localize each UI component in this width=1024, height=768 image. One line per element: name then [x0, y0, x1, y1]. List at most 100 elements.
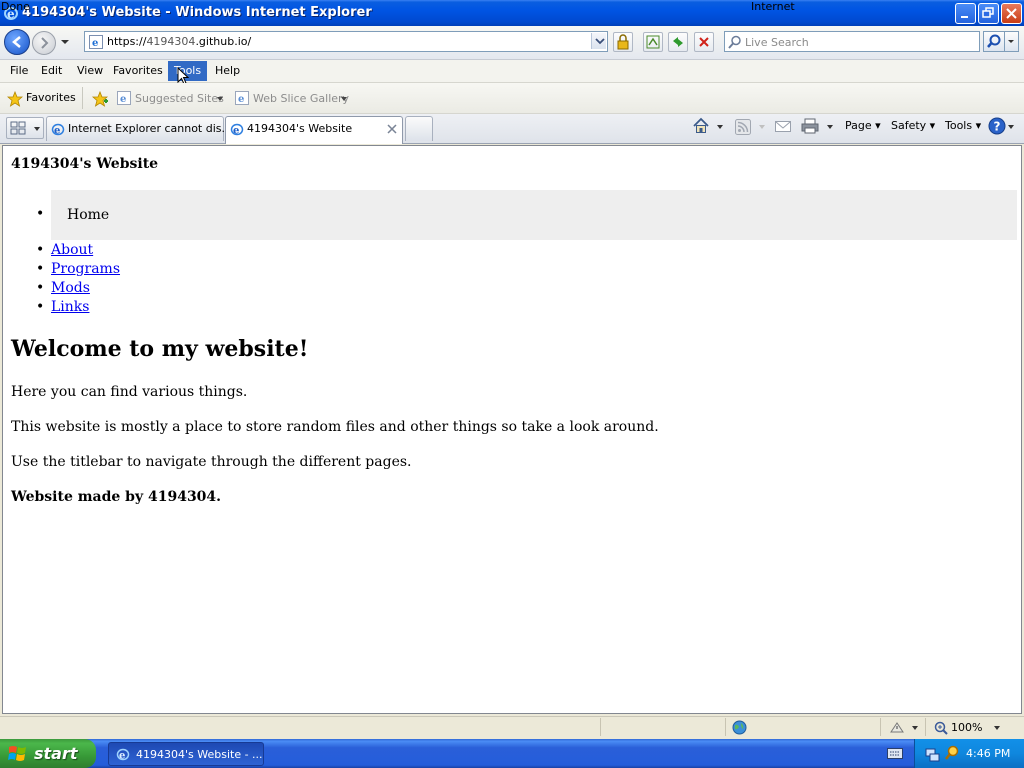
refresh-button[interactable] [668, 32, 688, 52]
title-bar: e 4194304's Website - Windows Internet E… [0, 0, 1024, 26]
url-domain: .github.io/ [195, 35, 252, 48]
print-icon[interactable] [801, 118, 819, 134]
chevron-down-icon[interactable] [911, 725, 919, 731]
favorites-button[interactable]: Favorites [5, 88, 76, 110]
chevron-down-icon [341, 97, 347, 101]
security-lock-button[interactable] [613, 32, 633, 52]
refresh-icon [673, 37, 683, 47]
windows-logo-icon [8, 746, 26, 761]
start-label: start [34, 744, 78, 763]
chevron-down-icon [34, 127, 40, 131]
menu-view[interactable]: View [71, 61, 109, 81]
window-title: 4194304's Website - Windows Internet Exp… [22, 5, 372, 20]
divider [925, 718, 926, 736]
menu-file[interactable]: File [4, 61, 34, 81]
tools-menu[interactable]: Tools ▾ [945, 119, 981, 132]
protected-mode-icon[interactable] [889, 720, 905, 735]
address-url: https://4194304.github.io/ [107, 35, 251, 48]
network-icon[interactable] [924, 746, 940, 762]
chevron-down-icon[interactable] [716, 124, 724, 130]
forward-button[interactable] [32, 31, 56, 55]
safety-menu-label: Safety [891, 119, 927, 132]
address-dropdown-button[interactable] [591, 33, 606, 49]
svg-text:e: e [238, 94, 244, 105]
ie-logo-icon: e [51, 123, 65, 137]
zoom-control[interactable]: 100% [934, 719, 1004, 737]
nav-home: Home [67, 207, 110, 223]
status-bar [0, 716, 1024, 739]
search-options-dropdown[interactable] [1005, 31, 1019, 52]
stop-button[interactable] [694, 32, 714, 52]
ie-page-icon: e [117, 91, 131, 105]
url-host: 4194304 [146, 35, 196, 48]
page-menu[interactable]: Page ▾ [845, 119, 881, 132]
back-button[interactable] [4, 29, 30, 55]
restore-icon [982, 7, 994, 18]
restore-button[interactable] [978, 3, 999, 24]
page-menu-label: Page [845, 119, 872, 132]
menu-edit[interactable]: Edit [35, 61, 68, 81]
nav-home-band [51, 190, 1017, 240]
start-button[interactable]: start [0, 739, 96, 768]
lock-icon [617, 34, 629, 50]
taskbar-window-label: 4194304's Website - ... [136, 748, 263, 761]
divider [82, 87, 83, 109]
ie-logo-icon: e [116, 748, 130, 762]
bullet: • [36, 299, 45, 315]
recent-pages-dropdown-icon[interactable] [60, 38, 70, 46]
quick-tabs-button[interactable] [6, 117, 44, 139]
add-to-favorites-bar-icon[interactable] [91, 90, 109, 108]
suggested-sites-label: Suggested Sites [135, 92, 224, 105]
minimize-button[interactable] [955, 3, 976, 24]
page-icon: e [89, 35, 103, 49]
nav-link-programs[interactable]: Programs [51, 261, 120, 277]
paragraph: Use the titlebar to navigate through the… [11, 454, 412, 470]
star-icon [7, 91, 23, 107]
chevron-down-icon[interactable] [1007, 124, 1015, 130]
web-slice-gallery-button[interactable]: e Web Slice Gallery [234, 88, 354, 110]
close-tab-icon[interactable] [387, 124, 397, 134]
forward-arrow-icon [41, 37, 49, 49]
zone-text: Internet [751, 0, 795, 13]
svg-text:e: e [119, 751, 125, 762]
site-title: 4194304's Website [11, 156, 159, 172]
tab-error-page[interactable]: e Internet Explorer cannot dis... [46, 116, 232, 141]
chevron-down-icon [217, 97, 223, 101]
web-slice-gallery-label: Web Slice Gallery [253, 92, 350, 105]
bullet: • [36, 242, 45, 258]
taskbar-ie-window-button[interactable]: e 4194304's Website - ... [108, 742, 264, 766]
nav-link-mods[interactable]: Mods [51, 280, 90, 296]
tab-label: Internet Explorer cannot dis... [68, 122, 233, 135]
chevron-down-icon [759, 125, 765, 129]
address-bar[interactable]: e https://4194304.github.io/ [84, 31, 608, 52]
tab-website[interactable]: e 4194304's Website [225, 116, 403, 144]
feeds-icon[interactable] [735, 119, 751, 135]
search-tray-icon[interactable] [944, 745, 960, 761]
chevron-down-icon[interactable] [826, 124, 834, 130]
search-go-button[interactable] [983, 31, 1005, 52]
chevron-down-icon [1008, 40, 1014, 43]
taskbar-clock: 4:46 PM [966, 747, 1011, 760]
nav-link-links[interactable]: Links [51, 299, 89, 315]
menu-favorites[interactable]: Favorites [107, 61, 169, 81]
svg-text:e: e [54, 126, 60, 137]
keyboard-icon[interactable] [887, 746, 903, 760]
help-icon[interactable]: ? [988, 117, 1006, 135]
search-box[interactable]: Live Search [724, 31, 980, 52]
divider [600, 718, 601, 736]
page-content: 4194304's Website • Home • About • Progr… [2, 145, 1022, 714]
new-tab-button[interactable] [405, 116, 433, 141]
home-icon[interactable] [692, 117, 710, 135]
menu-help[interactable]: Help [209, 61, 246, 81]
magnifier-icon [987, 34, 1001, 48]
page-footer: Website made by 4194304. [11, 489, 222, 505]
compatibility-view-button[interactable] [643, 32, 663, 52]
zoom-level: 100% [951, 721, 983, 734]
svg-text:e: e [120, 94, 126, 105]
bullet: • [36, 206, 45, 222]
close-button[interactable] [1001, 3, 1022, 24]
safety-menu[interactable]: Safety ▾ [891, 119, 935, 132]
nav-link-about[interactable]: About [51, 242, 93, 258]
suggested-sites-button[interactable]: e Suggested Sites [116, 88, 226, 110]
mail-icon[interactable] [775, 119, 791, 133]
